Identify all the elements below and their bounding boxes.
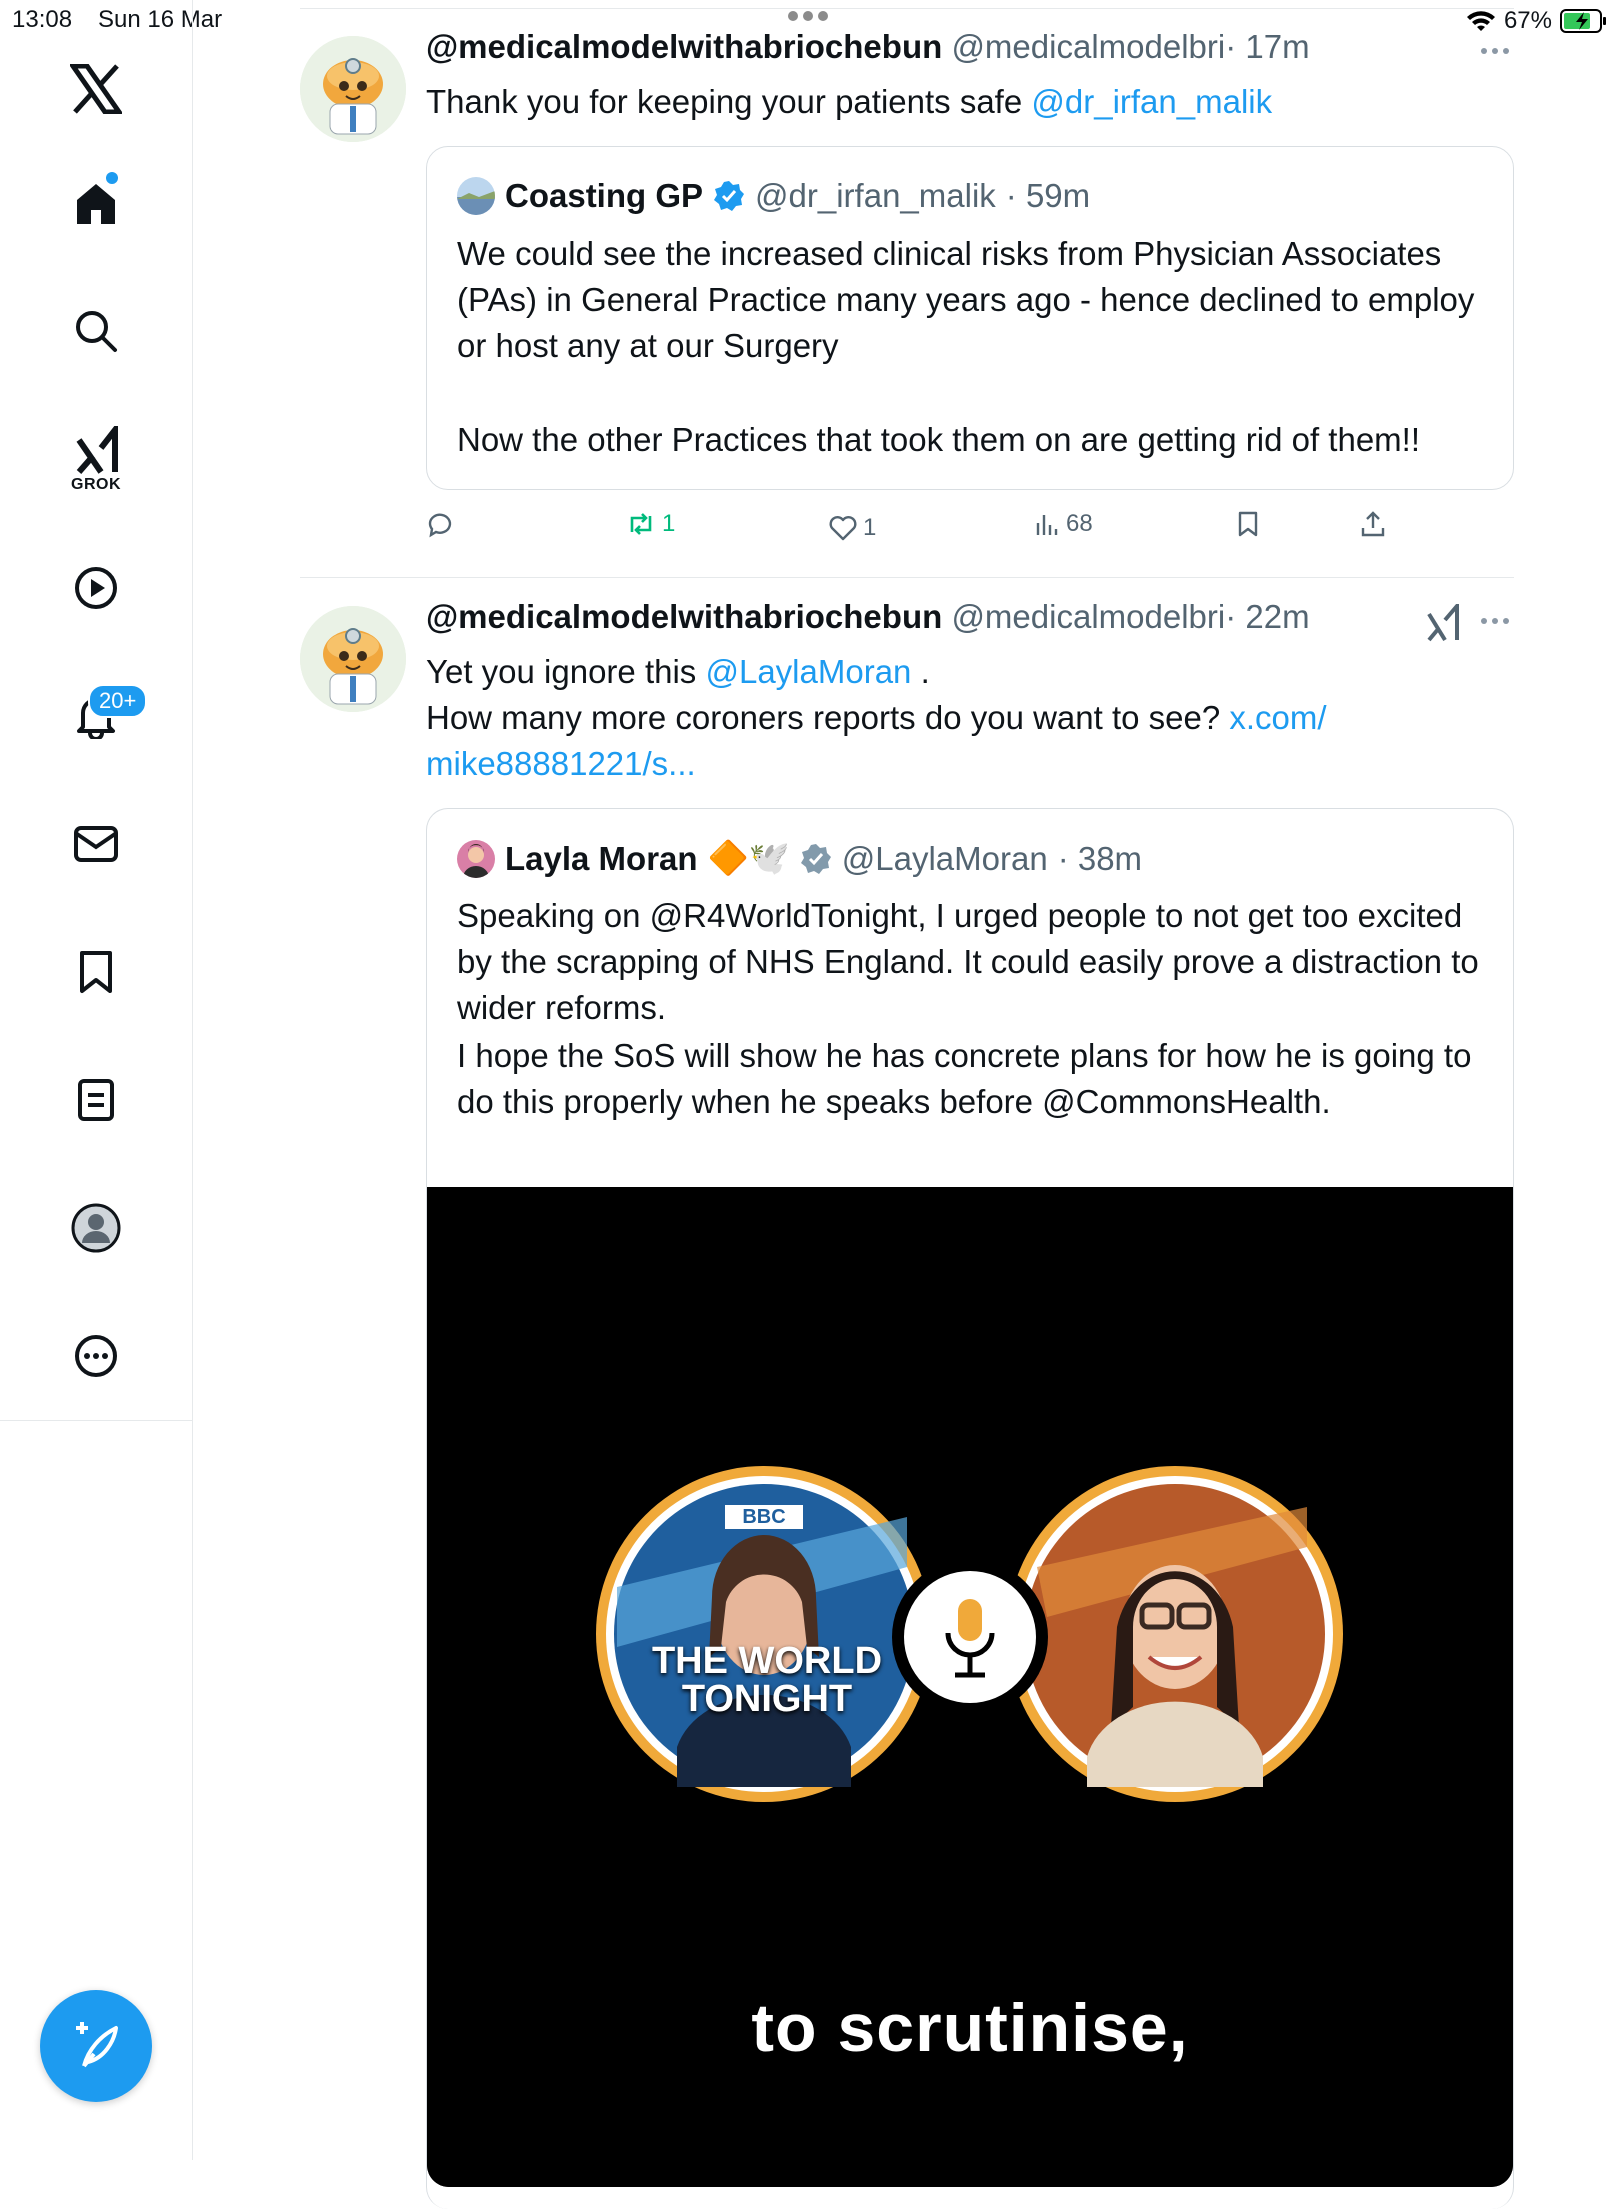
- coasting-gp-avatar: [457, 177, 495, 215]
- bookmark-post-button[interactable]: [1236, 510, 1260, 538]
- repost-icon: [630, 513, 652, 535]
- reply-button[interactable]: [426, 510, 460, 538]
- post2-url-link[interactable]: x.com/: [1229, 699, 1326, 736]
- like-button[interactable]: 1: [829, 514, 876, 542]
- post1-quote-author: Coasting GP: [505, 177, 704, 214]
- sidebar-divider: [0, 1420, 192, 1421]
- post1-header: @medicalmodelwithabriochebun @medicalmod…: [426, 28, 1310, 66]
- post2-avatar[interactable]: [300, 606, 406, 712]
- share-icon: [1361, 511, 1385, 537]
- post1-more-icon[interactable]: [1481, 48, 1511, 58]
- grok-explain-icon[interactable]: [1425, 600, 1461, 647]
- post2-line1: Yet you ignore this: [426, 653, 706, 690]
- post2-author-name[interactable]: @medicalmodelwithabriochebun: [426, 598, 942, 635]
- post2-video-media[interactable]: BBC THE WORLD TONIGHT to scrutinise,: [427, 1187, 1513, 2187]
- repost-button[interactable]: 1: [626, 510, 675, 538]
- compose-button[interactable]: [40, 1990, 152, 2102]
- post1-quote-para2: Now the other Practices that took them o…: [457, 421, 1420, 458]
- views-button[interactable]: 68: [1034, 510, 1093, 538]
- post1-text: Thank you for keeping your patients safe…: [426, 79, 1506, 125]
- post1-quote-header: Coasting GP @dr_irfan_malik · 59m: [457, 177, 1090, 215]
- post-divider: [300, 577, 1514, 578]
- post1-body: Thank you for keeping your patients safe: [426, 83, 1032, 120]
- post2-quote-author: Layla Moran: [505, 839, 698, 877]
- video-icon[interactable]: [63, 555, 129, 621]
- notifications-badge: 20+: [88, 684, 148, 718]
- views-chart-icon: [1036, 515, 1058, 535]
- verified-gray-badge-icon: [800, 843, 831, 874]
- x-logo-icon[interactable]: [63, 56, 129, 122]
- post1-actions: 1 1 68: [426, 510, 1526, 550]
- post2-quote-handle: @LaylaMoran: [841, 839, 1048, 877]
- post2-quote-time: · 38m: [1057, 839, 1143, 877]
- profile-icon[interactable]: [63, 1195, 129, 1261]
- post2-quote-card[interactable]: Layla Moran 🔶🕊️ @LaylaMoran · 38m Speakin…: [426, 808, 1514, 2209]
- post1-quote-card[interactable]: Coasting GP @dr_irfan_malik · 59m We coul…: [426, 146, 1514, 490]
- post1-author-name[interactable]: @medicalmodelwithabriochebun: [426, 28, 942, 65]
- mail-icon[interactable]: [63, 811, 129, 877]
- compose-feather-icon: [76, 2022, 118, 2068]
- like-count: 1: [863, 514, 877, 541]
- search-icon[interactable]: [63, 298, 129, 364]
- verified-badge-icon: [714, 181, 745, 211]
- post2-text: Yet you ignore this @LaylaMoran . How ma…: [426, 649, 1506, 787]
- more-circle-icon[interactable]: [63, 1323, 129, 1389]
- post1-quote-time: · 59m: [1005, 177, 1091, 214]
- multitasking-dots-icon[interactable]: [788, 8, 834, 21]
- feed-top-divider: [300, 8, 1514, 9]
- post2-quote-header: Layla Moran 🔶🕊️ @LaylaMoran · 38m: [457, 839, 1142, 878]
- repost-count: 1: [662, 510, 676, 537]
- post2-more-icon[interactable]: [1481, 618, 1511, 628]
- home-unread-dot: [106, 172, 118, 184]
- post2-line2: How many more coroners reports do you wa…: [426, 699, 1230, 736]
- bookmark-icon[interactable]: [63, 939, 129, 1005]
- post1-time: · 17m: [1225, 28, 1310, 65]
- post2-quote-para1: Speaking on @R4WorldTonight, I urged peo…: [457, 897, 1479, 1026]
- post2-handle[interactable]: @medicalmodelbri: [951, 598, 1225, 635]
- world-tonight-line2: TONIGHT: [681, 1678, 853, 1720]
- layla-moran-avatar: [457, 839, 495, 878]
- status-indicators: 67%: [1466, 4, 1608, 38]
- post2-url-link-cont[interactable]: mike88881221/s...: [426, 745, 696, 782]
- battery-percent: 67%: [1503, 7, 1552, 34]
- post1-quote-para1: We could see the increased clinical risk…: [457, 235, 1475, 364]
- bbc-logo: BBC: [725, 1505, 803, 1529]
- post1-mention-link[interactable]: @dr_irfan_malik: [1031, 83, 1272, 120]
- post1-quote-handle: @dr_irfan_malik: [755, 177, 996, 214]
- share-button[interactable]: [1360, 510, 1386, 538]
- grok-icon[interactable]: [63, 418, 129, 484]
- post2-mention-link[interactable]: @LaylaMoran: [705, 653, 911, 690]
- battery-charging-icon: [1560, 9, 1606, 33]
- reply-icon: [428, 513, 452, 538]
- world-tonight-line1: THE WORLD: [651, 1640, 883, 1682]
- views-count: 68: [1066, 510, 1093, 537]
- post2-time: · 22m: [1225, 598, 1310, 635]
- world-tonight-title: THE WORLD TONIGHT: [627, 1642, 907, 1718]
- post2-quote-para2: I hope the SoS will show he has concrete…: [457, 1037, 1472, 1120]
- post1-avatar[interactable]: [300, 36, 406, 142]
- post2-header: @medicalmodelwithabriochebun @medicalmod…: [426, 598, 1310, 636]
- bbc-badge: BBC: [725, 1505, 803, 1529]
- bookmark-post-icon: [1238, 511, 1258, 537]
- post2-line1-end: .: [911, 653, 930, 690]
- post2-quote-emoji: 🔶🕊️: [707, 839, 790, 876]
- post1-handle[interactable]: @medicalmodelbri: [951, 28, 1225, 65]
- wifi-icon: [1466, 11, 1495, 31]
- heart-icon: [829, 516, 857, 541]
- notes-icon[interactable]: [63, 1067, 129, 1133]
- video-caption: to scrutinise,: [751, 1990, 1189, 2066]
- grok-label: GROK: [71, 476, 121, 493]
- home-icon[interactable]: [63, 170, 129, 236]
